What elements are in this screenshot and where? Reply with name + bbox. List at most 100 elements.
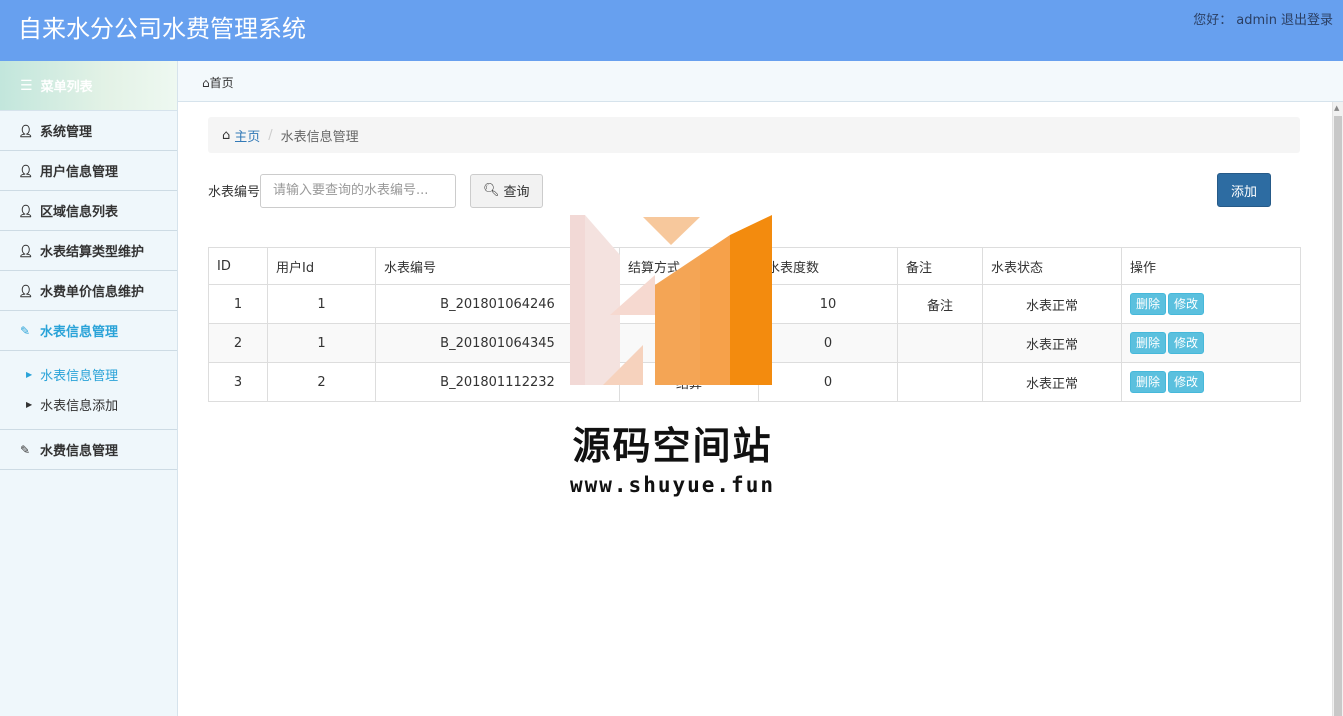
- greeting-text: 您好：: [1193, 13, 1233, 28]
- edit-button[interactable]: 修改: [1168, 371, 1205, 393]
- user-icon: 👤︎: [18, 283, 34, 298]
- cell-note: [897, 323, 983, 363]
- user-area: 您好： admin 退出登录: [1189, 9, 1333, 28]
- vertical-scrollbar[interactable]: ▲: [1332, 102, 1343, 716]
- submenu-item-meter-add[interactable]: ▶ 水表信息添加: [0, 389, 177, 419]
- search-input[interactable]: [260, 173, 457, 208]
- sidebar-item-regions[interactable]: 👤︎ 区域信息列表: [0, 191, 177, 231]
- submenu-meters: ▶ 水表信息管理 ▶ 水表信息添加: [0, 351, 177, 430]
- menu-header: ☰ 菜单列表: [0, 61, 177, 111]
- search-bar: 水表编号 🔍︎ 查询: [208, 173, 543, 208]
- breadcrumb-home-link[interactable]: 主页: [234, 126, 260, 145]
- list-icon: ☰: [20, 77, 33, 94]
- tab-home[interactable]: ⌂首页: [202, 74, 234, 91]
- sidebar-item-meters[interactable]: ✎ 水表信息管理: [0, 311, 177, 351]
- edit-icon: ✎: [19, 442, 31, 457]
- cell-settle: 结: [619, 323, 759, 363]
- delete-button[interactable]: 删除: [1130, 332, 1167, 354]
- cell-id: 3: [208, 362, 268, 402]
- delete-button[interactable]: 删除: [1130, 371, 1167, 393]
- sidebar-item-system[interactable]: 👤︎ 系统管理: [0, 111, 177, 151]
- breadcrumb-separator: /: [268, 127, 273, 143]
- breadcrumb: ⌂ 主页 / 水表信息管理: [208, 117, 1300, 153]
- cell-status: 水表正常: [982, 284, 1122, 324]
- sidebar-item-prices[interactable]: 👤︎ 水费单价信息维护: [0, 271, 177, 311]
- cell-id: 1: [208, 284, 268, 324]
- scroll-up-icon[interactable]: ▲: [1334, 104, 1339, 112]
- submenu-item-meter-list[interactable]: ▶ 水表信息管理: [0, 359, 177, 389]
- meter-table: ID 用户Id 水表编号 结算方式 水表度数 备注 水表状态 操作 1 1 B_…: [208, 247, 1301, 402]
- column-header: ID: [208, 247, 268, 285]
- home-icon: ⌂: [222, 127, 231, 143]
- sidebar-item-label: 水表信息管理: [40, 325, 119, 340]
- app-title: 自来水分公司水费管理系统: [18, 15, 306, 43]
- user-icon: 👤︎: [18, 123, 34, 138]
- cell-actions: 删除 修改: [1121, 323, 1301, 363]
- cell-meter-no: B_201801064246: [375, 284, 620, 324]
- column-header: 备注: [897, 247, 983, 285]
- sidebar: ☰ 菜单列表 👤︎ 系统管理 👤︎ 用户信息管理 👤︎ 区域信息列表 👤︎ 水表…: [0, 61, 178, 716]
- column-header: 水表编号: [375, 247, 620, 285]
- cell-meter-no: B_201801112232: [375, 362, 620, 402]
- cell-user-id: 1: [267, 323, 376, 363]
- tab-home-label: 首页: [209, 76, 234, 90]
- table-row: 2 1 B_201801064345 结 0 水表正常 删除 修改: [208, 323, 1301, 363]
- cell-reading: 10: [758, 284, 898, 324]
- query-button-label: 查询: [503, 185, 530, 200]
- menu-title: 菜单列表: [40, 80, 93, 95]
- sidebar-item-label: 区域信息列表: [40, 205, 119, 220]
- column-header: 水表状态: [982, 247, 1122, 285]
- submenu-item-label: 水表信息添加: [40, 398, 119, 414]
- search-icon: 🔍︎: [483, 183, 500, 198]
- main-content: ⌂ 主页 / 水表信息管理 水表编号 🔍︎ 查询 添加 ID 用户Id 水表编号…: [178, 102, 1332, 716]
- username: admin: [1236, 13, 1277, 28]
- sidebar-item-fees[interactable]: ✎ 水费信息管理: [0, 430, 177, 470]
- sidebar-item-label: 用户信息管理: [40, 165, 119, 180]
- cell-actions: 删除 修改: [1121, 284, 1301, 324]
- edit-icon: ✎: [19, 323, 31, 338]
- app-header: 自来水分公司水费管理系统 您好： admin 退出登录: [0, 0, 1343, 61]
- sidebar-item-label: 系统管理: [40, 125, 93, 140]
- cell-meter-no: B_201801064345: [375, 323, 620, 363]
- table-row: 3 2 B_201801112232 结算 0 水表正常 删除 修改: [208, 362, 1301, 402]
- cell-status: 水表正常: [982, 323, 1122, 363]
- home-icon: ⌂: [202, 76, 210, 90]
- cell-reading: 0: [758, 323, 898, 363]
- tab-bar: ⌂首页: [178, 61, 1343, 102]
- logout-link[interactable]: 退出登录: [1281, 13, 1333, 28]
- column-header: 水表度数: [758, 247, 898, 285]
- edit-button[interactable]: 修改: [1168, 293, 1205, 315]
- scrollbar-thumb[interactable]: [1334, 116, 1342, 716]
- sidebar-item-label: 水表结算类型维护: [40, 245, 145, 260]
- cell-id: 2: [208, 323, 268, 363]
- column-header: 用户Id: [267, 247, 376, 285]
- sidebar-item-settle-types[interactable]: 👤︎ 水表结算类型维护: [0, 231, 177, 271]
- user-icon: 👤︎: [18, 203, 34, 218]
- cell-note: 备注: [897, 284, 983, 324]
- add-button[interactable]: 添加: [1217, 173, 1271, 207]
- cell-status: 水表正常: [982, 362, 1122, 402]
- edit-button[interactable]: 修改: [1168, 332, 1205, 354]
- sidebar-item-label: 水费单价信息维护: [40, 285, 145, 300]
- column-header: 结算方式: [619, 247, 759, 285]
- user-icon: 👤︎: [18, 163, 34, 178]
- cell-settle: 月结: [619, 284, 759, 324]
- column-header: 操作: [1121, 247, 1301, 285]
- sidebar-item-users[interactable]: 👤︎ 用户信息管理: [0, 151, 177, 191]
- search-label: 水表编号: [208, 185, 261, 200]
- breadcrumb-current: 水表信息管理: [280, 129, 359, 145]
- caret-right-icon: ▶: [26, 399, 33, 409]
- cell-note: [897, 362, 983, 402]
- table-header-row: ID 用户Id 水表编号 结算方式 水表度数 备注 水表状态 操作: [208, 247, 1301, 285]
- user-icon: 👤︎: [18, 243, 34, 258]
- query-button[interactable]: 🔍︎ 查询: [470, 173, 543, 208]
- cell-settle: 结算: [619, 362, 759, 402]
- cell-user-id: 2: [267, 362, 376, 402]
- table-row: 1 1 B_201801064246 月结 10 备注 水表正常 删除 修改: [208, 284, 1301, 324]
- cell-actions: 删除 修改: [1121, 362, 1301, 402]
- delete-button[interactable]: 删除: [1130, 293, 1167, 315]
- submenu-item-label: 水表信息管理: [40, 368, 119, 384]
- cell-user-id: 1: [267, 284, 376, 324]
- caret-right-icon: ▶: [26, 369, 33, 379]
- cell-reading: 0: [758, 362, 898, 402]
